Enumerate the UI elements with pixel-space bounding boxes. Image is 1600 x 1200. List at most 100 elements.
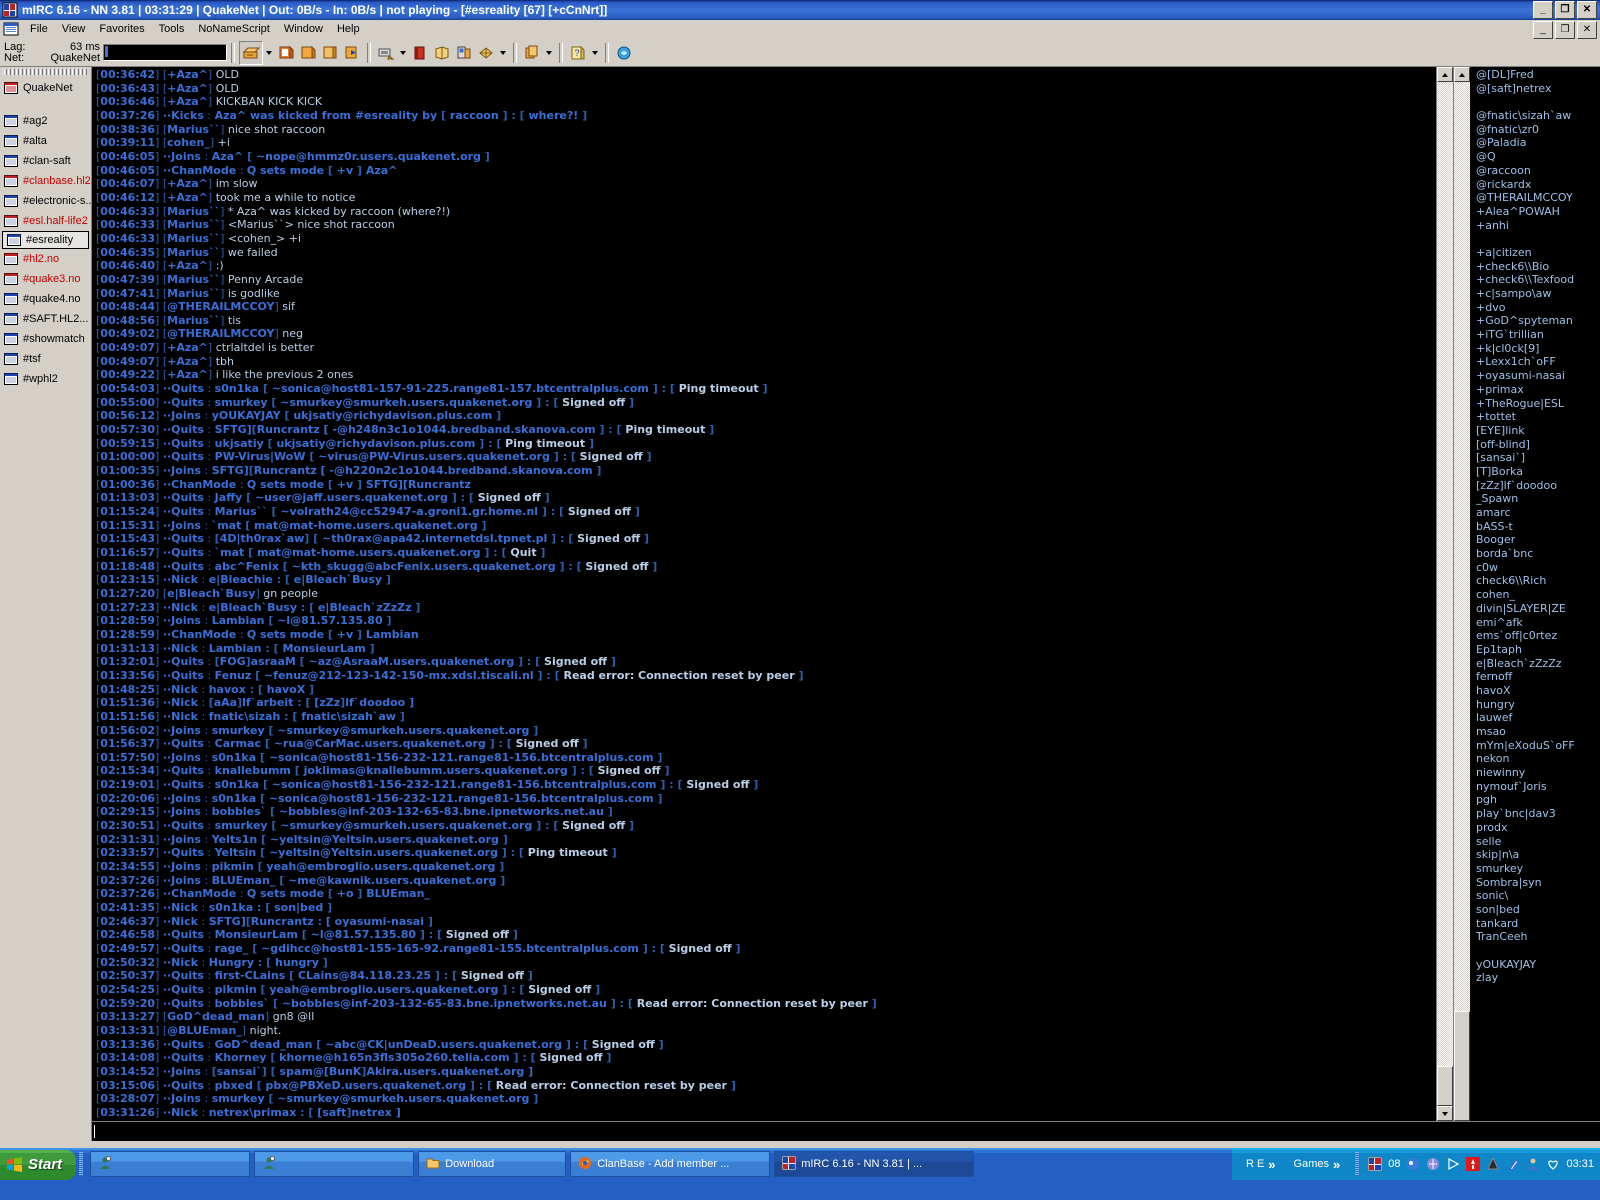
switchbar-item-hl2-no[interactable]: #hl2.no xyxy=(0,249,91,269)
nick-list-item[interactable]: tankard xyxy=(1476,917,1600,931)
nick-list-item[interactable]: _Spawn xyxy=(1476,492,1600,506)
nick-list-item[interactable]: msao xyxy=(1476,725,1600,739)
nick-list-item[interactable]: +primax xyxy=(1476,383,1600,397)
nick-list-item[interactable]: @fnatic\sizah`aw xyxy=(1476,109,1600,123)
nick-list-item[interactable]: +check6\\Texfood xyxy=(1476,273,1600,287)
about-button[interactable] xyxy=(613,42,635,64)
start-button[interactable]: Start xyxy=(0,1149,77,1180)
scroll-thumb[interactable] xyxy=(1437,1066,1453,1106)
nick-list-item[interactable]: +TheRogue|ESL xyxy=(1476,397,1600,411)
switchbar-item-wphl2[interactable]: #wphl2 xyxy=(0,369,91,389)
tray-network-icon[interactable] xyxy=(1426,1157,1440,1171)
nick-list-item[interactable]: hungry xyxy=(1476,698,1600,712)
nicklist-scroll-thumb[interactable] xyxy=(1454,1011,1470,1121)
nick-list[interactable]: @[DL]Fred @[saft]netrex @fnatic\sizah`aw @f… xyxy=(1470,67,1600,1121)
nick-list-item[interactable]: borda`bnc xyxy=(1476,547,1600,561)
nick-list-item[interactable]: check6\\Rich xyxy=(1476,574,1600,588)
scroll-down-button[interactable] xyxy=(1437,1106,1453,1121)
connect-dropdown-arrow[interactable] xyxy=(263,42,275,64)
nick-list-item[interactable]: +GoD^spyteman xyxy=(1476,314,1600,328)
nick-list-item[interactable]: nymouf`Joris xyxy=(1476,780,1600,794)
switchbar-item-clanbase-hl2[interactable]: #clanbase.hl2 xyxy=(0,171,91,191)
nick-list-item[interactable]: bASS-t xyxy=(1476,520,1600,534)
channels-button[interactable] xyxy=(275,42,297,64)
nick-list-item[interactable]: lauwef xyxy=(1476,711,1600,725)
nick-list-item[interactable]: pgh xyxy=(1476,793,1600,807)
taskbar-grip-1[interactable] xyxy=(79,1152,84,1176)
switchbar-item-tsf[interactable]: #tsf xyxy=(0,349,91,369)
nicklist-scrollbar[interactable] xyxy=(1453,67,1470,1121)
taskbar-task-2[interactable] xyxy=(254,1151,415,1177)
menu-item-view[interactable]: View xyxy=(55,21,93,37)
mdi-child-icon[interactable] xyxy=(3,21,19,37)
tray-messenger-icon[interactable] xyxy=(1406,1157,1420,1171)
nick-list-item[interactable]: Sombra|syn xyxy=(1476,876,1600,890)
connect-button[interactable] xyxy=(239,40,263,65)
window-minimize-button[interactable]: _ xyxy=(1533,1,1553,19)
message-input-row[interactable] xyxy=(92,1121,1600,1141)
nick-list-item[interactable]: +check6\\Bio xyxy=(1476,260,1600,274)
nick-list-item[interactable]: +Alea^POWAH xyxy=(1476,205,1600,219)
nick-list-item[interactable]: +Lexx1ch`oFF xyxy=(1476,355,1600,369)
nick-list-item[interactable]: +anhi xyxy=(1476,219,1600,233)
menu-item-window[interactable]: Window xyxy=(277,21,330,37)
tray-heart-icon[interactable] xyxy=(1546,1157,1560,1171)
nick-list-item[interactable]: +k|cl0ck[9] xyxy=(1476,342,1600,356)
nick-list-item[interactable]: @raccoon xyxy=(1476,164,1600,178)
menu-item-file[interactable]: File xyxy=(23,21,55,37)
nick-list-item[interactable]: +c|sampo\aw xyxy=(1476,287,1600,301)
scroll-up-button[interactable] xyxy=(1437,67,1453,82)
tray-pen-icon[interactable] xyxy=(1506,1157,1520,1171)
switchbar-item-quake3-no[interactable]: #quake3.no xyxy=(0,269,91,289)
nick-list-item[interactable]: @THERAILMCCOY xyxy=(1476,191,1600,205)
mdi-close-button[interactable]: ✕ xyxy=(1577,21,1597,39)
help-button[interactable]: ? xyxy=(567,42,589,64)
nick-list-item[interactable]: @[saft]netrex xyxy=(1476,82,1600,96)
notify-list-button[interactable] xyxy=(431,42,453,64)
nick-list-item[interactable]: havoX xyxy=(1476,684,1600,698)
nick-list-item[interactable]: [off-blind] xyxy=(1476,438,1600,452)
menu-item-tools[interactable]: Tools xyxy=(152,21,192,37)
open-window-button[interactable] xyxy=(341,42,363,64)
nick-list-item[interactable]: skip|n\a xyxy=(1476,848,1600,862)
nick-list-item[interactable]: play`bnc|dav3 xyxy=(1476,807,1600,821)
window-maximize-button[interactable]: ❐ xyxy=(1555,1,1575,19)
taskbar-task-1[interactable] xyxy=(90,1151,251,1177)
nick-list-item[interactable]: sonic\ xyxy=(1476,889,1600,903)
switchbar-item-ag2[interactable]: #ag2 xyxy=(0,111,91,131)
nick-list-item[interactable]: @rickardx xyxy=(1476,178,1600,192)
options-dropdown-arrow[interactable] xyxy=(497,42,509,64)
nick-list-item[interactable]: divin|SLAYER|ZE xyxy=(1476,602,1600,616)
switchbar-item-alta[interactable]: #alta xyxy=(0,131,91,151)
chat-scrollbar[interactable] xyxy=(1436,67,1453,1121)
switchbar-item-esl-half-life2[interactable]: #esl.half-life2 xyxy=(0,211,91,231)
toolbar-games[interactable]: Games » xyxy=(1288,1157,1347,1172)
nick-list-item[interactable]: prodx xyxy=(1476,821,1600,835)
tray-utility-icon[interactable] xyxy=(1486,1157,1500,1171)
nick-list-item[interactable]: amarc xyxy=(1476,506,1600,520)
nick-list-item[interactable]: smurkey xyxy=(1476,862,1600,876)
nick-list-item[interactable]: cohen_ xyxy=(1476,588,1600,602)
taskbar-clock[interactable]: 03:31 xyxy=(1566,1158,1594,1170)
nick-list-item[interactable]: zlay xyxy=(1476,971,1600,985)
taskbar-task-4[interactable]: ClanBase - Add member ... xyxy=(570,1151,771,1177)
nick-list-item[interactable]: mYm|eXoduS`oFF xyxy=(1476,739,1600,753)
nick-list-item[interactable]: ems`off|c0rtez xyxy=(1476,629,1600,643)
scripts-dropdown-arrow[interactable] xyxy=(543,42,555,64)
scroll-track[interactable] xyxy=(1437,82,1453,1066)
tray-antivirus-icon[interactable] xyxy=(1466,1157,1481,1171)
menu-item-favorites[interactable]: Favorites xyxy=(92,21,151,37)
nick-list-item[interactable]: c0w xyxy=(1476,561,1600,575)
nick-list-item[interactable]: [T]Borka xyxy=(1476,465,1600,479)
menu-item-help[interactable]: Help xyxy=(330,21,367,37)
new-window-button[interactable] xyxy=(319,42,341,64)
mdi-minimize-button[interactable]: _ xyxy=(1533,21,1553,39)
nick-list-item[interactable]: emi^afk xyxy=(1476,616,1600,630)
tray-media-icon[interactable] xyxy=(1446,1157,1460,1171)
chat-log[interactable]: [00:36:42] [+Aza^] OLD [00:36:43] [+Aza^]… xyxy=(92,67,1436,1121)
nick-list-item[interactable]: [zZz]lf`doodoo xyxy=(1476,479,1600,493)
scripts-editor-button[interactable] xyxy=(521,42,543,64)
dcc-send-button[interactable] xyxy=(375,42,397,64)
switchbar-item-saft-hl2[interactable]: #SAFT.HL2... xyxy=(0,309,91,329)
taskbar-grip-2[interactable] xyxy=(1355,1152,1360,1176)
